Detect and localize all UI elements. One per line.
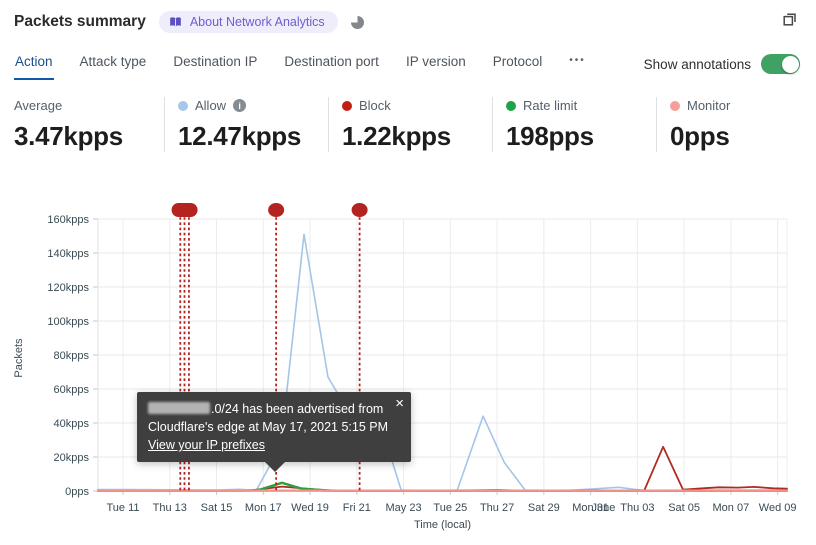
svg-text:Sat 29: Sat 29 [528, 502, 560, 514]
legend-dot [178, 100, 188, 111]
svg-text:Thu 13: Thu 13 [153, 502, 187, 514]
book-icon [170, 17, 181, 27]
annotation-marker-dot[interactable] [351, 203, 368, 217]
tooltip-close-button[interactable]: × [393, 394, 406, 414]
about-network-analytics-link[interactable]: About Network Analytics [158, 11, 338, 33]
svg-text:June: June [592, 502, 616, 514]
svg-text:160kpps: 160kpps [47, 214, 89, 226]
stat-value: 1.22kpps [342, 121, 451, 151]
tooltip-line2: Cloudflare's edge at May 17, 2021 5:15 P… [148, 420, 389, 434]
svg-text:Fri 21: Fri 21 [343, 502, 371, 514]
svg-text:140kpps: 140kpps [47, 248, 89, 260]
svg-text:20kpps: 20kpps [54, 452, 90, 464]
svg-text:Sat 05: Sat 05 [668, 502, 700, 514]
tab-attack-type[interactable]: Attack type [79, 50, 148, 80]
network-analytics-panel: Packets summary About Network Analytics … [0, 0, 816, 545]
svg-text:May 23: May 23 [386, 502, 422, 514]
stat-block: Block 1.22kpps [328, 97, 492, 152]
toggle-knob [781, 55, 799, 73]
svg-text:Mon 07: Mon 07 [713, 502, 750, 514]
stat-value: 3.47kpps [14, 121, 123, 151]
tabs-more-button[interactable]: ••• [568, 51, 587, 80]
show-annotations-toggle[interactable] [761, 54, 800, 74]
tab-destination-port[interactable]: Destination port [283, 50, 380, 80]
stat-value: 12.47kpps [178, 121, 302, 151]
svg-text:Wed 09: Wed 09 [759, 502, 797, 514]
stat-label: Rate limit [523, 98, 578, 113]
stat-monitor: Monitor 0pps [656, 97, 816, 152]
stat-label: Average [14, 98, 63, 113]
tab-protocol[interactable]: Protocol [492, 50, 544, 80]
legend-dot [506, 100, 516, 111]
title-row: Packets summary About Network Analytics [14, 11, 364, 33]
svg-text:0pps: 0pps [65, 486, 89, 498]
tab-action[interactable]: Action [14, 50, 54, 80]
legend-dot [342, 100, 352, 111]
svg-text:Wed 19: Wed 19 [291, 502, 329, 514]
svg-text:Thu 27: Thu 27 [480, 502, 514, 514]
stat-label: Allow [195, 98, 227, 113]
page-title: Packets summary [14, 13, 146, 30]
annotation-tooltip: .0/24 has been advertised from Cloudflar… [137, 392, 411, 472]
popout-button[interactable] [780, 10, 800, 30]
packets-chart: 0pps 20kpps 40kpps 60kpps 80kpps 100kpps 120kp… [13, 203, 797, 531]
svg-text:Sat 15: Sat 15 [201, 502, 233, 514]
svg-text:Packets: Packets [13, 338, 25, 378]
stats-row: Average 3.47kpps Allow i 12.47kpps Block 1.22k… [14, 97, 816, 152]
annotation-marker-dot[interactable] [268, 203, 285, 217]
svg-text:Thu 03: Thu 03 [620, 502, 654, 514]
svg-text:Tue 25: Tue 25 [433, 502, 467, 514]
stat-rate-limit: Rate limit 198pps [492, 97, 656, 152]
ip-prefixes-link[interactable]: View your IP prefixes [148, 438, 265, 452]
usage-pie-icon [350, 15, 364, 29]
legend-dot [670, 100, 680, 111]
tab-destination-ip[interactable]: Destination IP [172, 50, 258, 80]
svg-text:100kpps: 100kpps [47, 316, 89, 328]
stat-value: 0pps [670, 121, 730, 151]
svg-text:40kpps: 40kpps [54, 418, 90, 430]
svg-text:80kpps: 80kpps [54, 350, 90, 362]
stat-value: 198pps [506, 121, 594, 151]
stat-allow: Allow i 12.47kpps [164, 97, 328, 152]
stat-label: Monitor [687, 98, 731, 113]
about-badge-label: About Network Analytics [189, 15, 325, 29]
svg-text:Time (local): Time (local) [414, 519, 471, 531]
stat-label: Block [359, 98, 391, 113]
restore-icon [783, 13, 796, 26]
redacted-ip [148, 402, 210, 414]
stat-average: Average 3.47kpps [14, 97, 164, 152]
info-icon[interactable]: i [233, 99, 247, 112]
tabs: Action Attack type Destination IP Destinati… [14, 50, 587, 80]
tab-ip-version[interactable]: IP version [405, 50, 467, 80]
annotation-marker-pill[interactable] [171, 203, 198, 217]
show-annotations-control: Show annotations [644, 54, 800, 80]
svg-text:120kpps: 120kpps [47, 282, 89, 294]
tooltip-pointer [264, 461, 286, 472]
svg-text:60kpps: 60kpps [54, 384, 90, 396]
svg-text:Mon 17: Mon 17 [245, 502, 282, 514]
show-annotations-label: Show annotations [643, 56, 751, 72]
svg-text:Tue 11: Tue 11 [106, 502, 139, 514]
tooltip-line1: .0/24 has been advertised from [148, 400, 385, 418]
tab-row: Action Attack type Destination IP Destinati… [14, 50, 800, 80]
